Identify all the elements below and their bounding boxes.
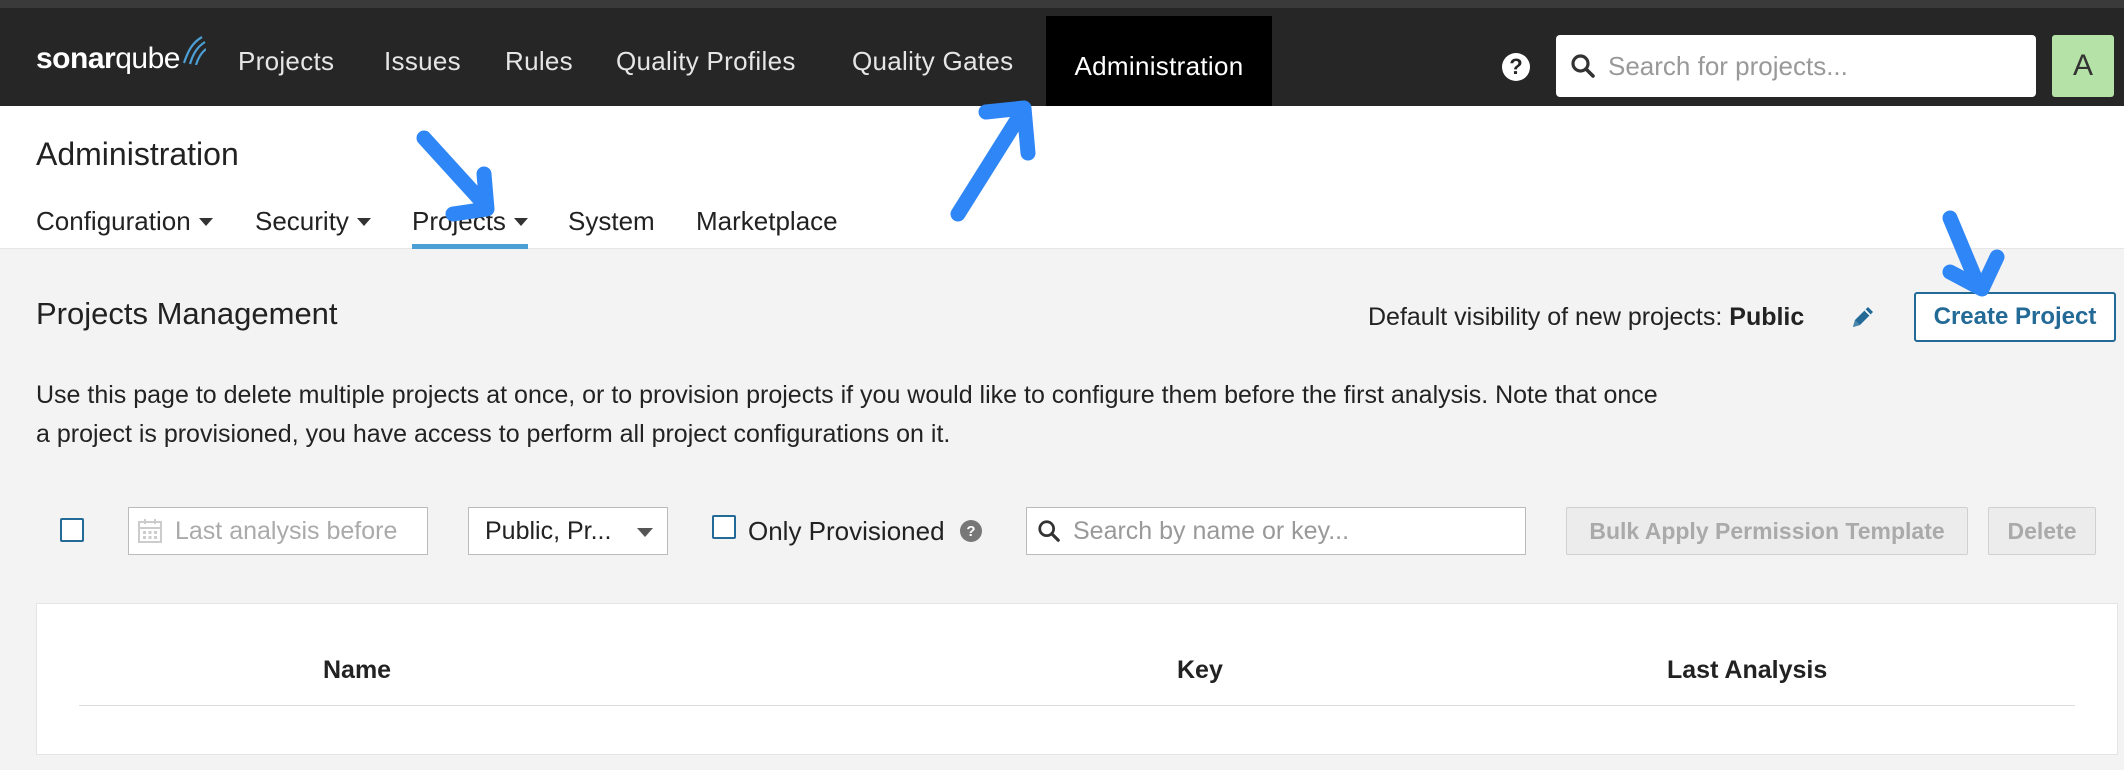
search-icon: [1571, 54, 1595, 78]
logo-text-bold: sonar: [36, 42, 116, 75]
tab-security[interactable]: Security: [255, 206, 371, 249]
last-analysis-input[interactable]: [175, 516, 415, 546]
select-all-checkbox[interactable]: [60, 518, 84, 542]
tab-label: Marketplace: [696, 206, 838, 236]
sonar-waves-icon: [182, 36, 206, 65]
project-search-box[interactable]: [1026, 507, 1526, 555]
column-header-last-analysis[interactable]: Last Analysis: [1667, 656, 1827, 685]
nav-projects[interactable]: Projects: [218, 16, 354, 106]
tab-label: System: [568, 206, 655, 236]
column-header-key[interactable]: Key: [1177, 656, 1223, 685]
section-title: Projects Management: [36, 296, 338, 331]
calendar-icon: [138, 519, 162, 543]
delete-button[interactable]: Delete: [1988, 507, 2096, 555]
only-provisioned-label[interactable]: Only Provisioned: [748, 516, 945, 547]
tab-label: Security: [255, 206, 349, 236]
tab-configuration[interactable]: Configuration: [36, 206, 213, 249]
create-project-button[interactable]: Create Project: [1914, 292, 2116, 342]
admin-header: Administration Configuration Security Pr…: [0, 106, 2124, 249]
visibility-value: Public: [1729, 303, 1805, 331]
column-header-name[interactable]: Name: [323, 656, 391, 685]
nav-rules[interactable]: Rules: [485, 16, 593, 106]
search-icon: [1038, 520, 1060, 542]
caret-down-icon: [356, 218, 371, 226]
visibility-select-value: Public, Pr...: [485, 516, 612, 545]
nav-administration[interactable]: Administration: [1046, 16, 1272, 114]
tab-system[interactable]: System: [568, 206, 655, 249]
user-avatar[interactable]: A: [2052, 35, 2114, 97]
tab-label: Projects: [412, 206, 506, 236]
nav-quality-gates[interactable]: Quality Gates: [832, 16, 1033, 106]
pencil-icon[interactable]: [1848, 302, 1878, 332]
logo-text-regular: qube: [115, 42, 180, 75]
top-navigation-bar: sonar qube Projects Issues Rules Quality …: [0, 0, 2124, 114]
global-search-box[interactable]: [1556, 35, 2036, 97]
sonarqube-logo[interactable]: sonar qube: [36, 36, 206, 82]
page-title: Administration: [36, 136, 239, 172]
projects-table: Name Key Last Analysis: [36, 603, 2118, 755]
nav-issues[interactable]: Issues: [364, 16, 481, 106]
tab-marketplace[interactable]: Marketplace: [696, 206, 838, 249]
tab-projects[interactable]: Projects: [412, 206, 528, 249]
nav-quality-profiles[interactable]: Quality Profiles: [596, 16, 816, 106]
global-search-input[interactable]: [1608, 50, 2028, 82]
table-header-divider: [79, 705, 2075, 706]
last-analysis-date-field[interactable]: [128, 507, 428, 555]
default-visibility: Default visibility of new projects: Publ…: [1368, 303, 1804, 332]
tab-label: Configuration: [36, 206, 191, 236]
bulk-apply-permission-template-button[interactable]: Bulk Apply Permission Template: [1566, 507, 1968, 555]
caret-down-icon: [637, 528, 653, 537]
help-icon[interactable]: ?: [1502, 53, 1530, 81]
visibility-label: Default visibility of new projects:: [1368, 303, 1730, 331]
project-search-input[interactable]: [1073, 516, 1513, 546]
visibility-select[interactable]: Public, Pr...: [468, 507, 668, 555]
help-tooltip-icon[interactable]: ?: [960, 520, 982, 542]
page-description: Use this page to delete multiple project…: [36, 381, 1658, 448]
caret-down-icon: [513, 218, 528, 226]
only-provisioned-checkbox[interactable]: [712, 515, 736, 539]
caret-down-icon: [198, 218, 213, 226]
